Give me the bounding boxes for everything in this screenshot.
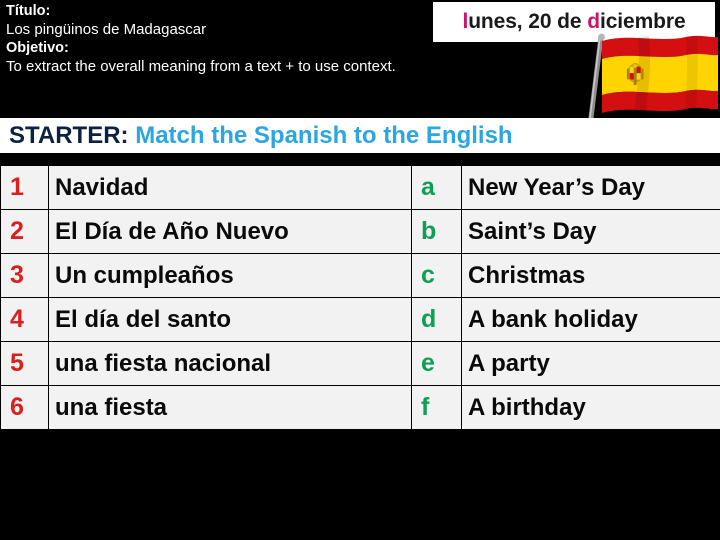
row-number: 5 [0,341,49,386]
slide-canvas: Título: Los pingüinos de Madagascar Obje… [0,0,720,540]
title-value-line: Los pingüinos de Madagascar [6,21,506,40]
starter-label: STARTER: [9,121,129,149]
starter-instruction: Match the Spanish to the English [135,121,513,149]
row-number: 3 [0,253,49,298]
spanish-term[interactable]: El día del santo [48,297,412,342]
english-term[interactable]: New Year’s Day [461,165,720,210]
date-text: lunes, 20 de diciembre [462,10,685,34]
english-term[interactable]: A party [461,341,720,386]
row-number: 6 [0,385,49,430]
date-accent-2: d [587,10,600,33]
table-row: 4 El día del santo d A bank holiday [0,297,720,342]
match-table-body: 1 Navidad a New Year’s Day 2 El Día de A… [0,165,720,430]
table-row: 6 una fiesta f A birthday [0,385,720,430]
titulo-label: Título: [6,3,51,19]
starter-banner: STARTER: Match the Spanish to the Englis… [0,118,720,153]
spain-flag-icon [568,33,720,128]
row-letter: c [411,253,462,298]
objetivo-value: To extract the overall meaning from a te… [6,57,396,75]
flag-cloth [602,35,718,113]
row-letter: d [411,297,462,342]
titulo-value: Los pingüinos de Madagascar [6,20,207,38]
english-term[interactable]: Saint’s Day [461,209,720,254]
english-term[interactable]: A bank holiday [461,297,720,342]
row-number: 2 [0,209,49,254]
spanish-term[interactable]: Navidad [48,165,412,210]
english-term[interactable]: Christmas [461,253,720,298]
match-table: 1 Navidad a New Year’s Day 2 El Día de A… [0,165,720,430]
table-row: 1 Navidad a New Year’s Day [0,165,720,210]
lesson-header: Título: Los pingüinos de Madagascar Obje… [6,2,506,76]
row-letter: a [411,165,462,210]
objective-value-line: To extract the overall meaning from a te… [6,58,506,77]
objetivo-label: Objetivo: [6,40,69,57]
table-row: 2 El Día de Año Nuevo b Saint’s Day [0,209,720,254]
title-label-line: Título: [6,2,506,21]
table-row: 3 Un cumpleaños c Christmas [0,253,720,298]
starter-text: STARTER: Match the Spanish to the Englis… [0,122,513,150]
date-part-2: iciembre [599,10,686,33]
row-number: 1 [0,165,49,210]
row-letter: f [411,385,462,430]
row-letter: e [411,341,462,386]
objective-label-line: Objetivo: [6,39,506,58]
date-part-1: unes, 20 de [468,10,588,33]
table-row: 5 una fiesta nacional e A party [0,341,720,386]
row-letter: b [411,209,462,254]
spanish-term[interactable]: una fiesta nacional [48,341,412,386]
spanish-term[interactable]: El Día de Año Nuevo [48,209,412,254]
english-term[interactable]: A birthday [461,385,720,430]
spanish-term[interactable]: Un cumpleaños [48,253,412,298]
row-number: 4 [0,297,49,342]
spanish-term[interactable]: una fiesta [48,385,412,430]
